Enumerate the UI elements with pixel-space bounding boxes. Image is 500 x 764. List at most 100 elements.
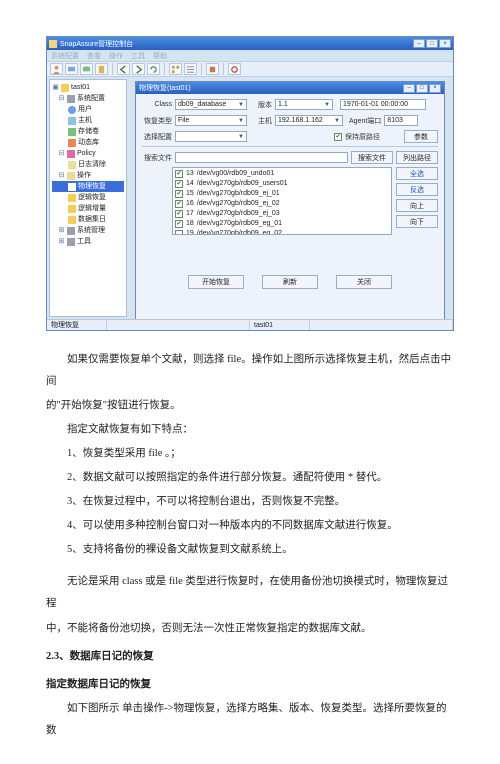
menu-item[interactable]: 工具 — [131, 51, 145, 61]
toolbar-tree-icon[interactable] — [169, 63, 182, 75]
host-label: 主机 — [250, 116, 272, 126]
tree-item[interactable]: 动态库 — [52, 137, 124, 148]
maximize-button[interactable]: □ — [426, 39, 438, 48]
tree-item[interactable]: 存储卷 — [52, 126, 124, 137]
tree-tools[interactable]: ⊞工具 — [52, 236, 124, 247]
tree-sysconf[interactable]: ⊟系统配置 — [52, 93, 124, 104]
client-area: 物理恢复(tast01) – □ × Class db09_database▼ … — [129, 79, 451, 317]
heading: 指定数据库日记的恢复 — [46, 674, 454, 696]
param-button[interactable]: 参数 — [404, 130, 438, 143]
move-down-button[interactable]: 向下 — [396, 215, 438, 228]
nav-tree[interactable]: ▣tast01 ⊟系统配置 用户 主机 存储卷 动态库 ⊟Policy 日志清除… — [49, 79, 127, 317]
tree-item[interactable]: 数据集日 — [52, 214, 124, 225]
document-body: 如果仅需要恢复单个文献，则选择 file。操作如上图所示选择恢复主机，然后点击中… — [46, 349, 454, 742]
search-input[interactable] — [175, 152, 348, 163]
list-item[interactable]: ✔14/dev/vg270gb/rdb09_users01 — [175, 179, 389, 189]
list-item[interactable]: ✔16/dev/vg270gb/rdb09_ej_02 — [175, 199, 389, 209]
list-item[interactable]: ✔17/dev/vg270gb/rdb09_ej_03 — [175, 209, 389, 219]
toolbar-host-icon[interactable] — [65, 63, 78, 75]
menu-bar: 系统配置 查看 操作 工具 帮助 — [47, 50, 453, 61]
minimize-button[interactable]: – — [413, 39, 425, 48]
device-list[interactable]: ✔13/dev/vg00/rdb09_undo01 ✔14/dev/vg270g… — [172, 167, 392, 235]
toolbar — [47, 61, 453, 77]
dialog-min-button[interactable]: – — [403, 84, 415, 93]
options-select[interactable]: ▼ — [175, 131, 247, 142]
status-cell — [310, 320, 453, 330]
app-window: SnapAssure管理控制台 – □ × 系统配置 查看 操作 工具 帮助 — [46, 36, 454, 331]
app-icon — [49, 40, 57, 48]
tree-item[interactable]: 逻辑恢复 — [52, 192, 124, 203]
chevron-down-icon: ▼ — [334, 118, 340, 124]
search-button[interactable]: 搜索文件 — [351, 151, 393, 164]
timestamp-field: 1970-01-01 00:00:00 — [340, 99, 426, 110]
restore-dialog: 物理恢复(tast01) – □ × Class db09_database▼ … — [135, 81, 445, 323]
version-select[interactable]: 1.1▼ — [275, 99, 333, 110]
version-label: 版本 — [250, 100, 272, 110]
host-select[interactable]: 192.168.1.162▼ — [275, 115, 343, 126]
dialog-close-button[interactable]: × — [429, 84, 441, 93]
refresh-button[interactable]: 刷新 — [262, 275, 318, 289]
paragraph: 如下图所示 单击操作->物理恢复，选择方略集、版本、恢复类型。选择所要恢复的数 — [46, 698, 454, 742]
chevron-down-icon: ▼ — [324, 102, 330, 108]
app-title: SnapAssure管理控制台 — [60, 39, 413, 49]
toolbar-forward-icon[interactable] — [132, 63, 145, 75]
list-item[interactable]: ✔15/dev/vg270gb/rdb09_ej_01 — [175, 189, 389, 199]
select-all-button[interactable]: 全选 — [396, 167, 438, 180]
titlebar: SnapAssure管理控制台 – □ × — [47, 37, 453, 50]
tree-item[interactable]: 日志清除 — [52, 159, 124, 170]
list-item[interactable]: ✔13/dev/vg00/rdb09_undo01 — [175, 169, 389, 179]
toolbar-disk-icon[interactable] — [80, 63, 93, 75]
keep-path-label: 保持原路径 — [345, 132, 380, 142]
dialog-title: 物理恢复(tast01) — [139, 83, 403, 93]
agent-port-field[interactable]: 8103 — [384, 115, 418, 126]
list-path-button[interactable]: 列出路径 — [396, 151, 438, 164]
paragraph: 指定文献恢复有如下特点： — [46, 419, 454, 441]
start-restore-button[interactable]: 开始恢复 — [188, 275, 244, 289]
restore-type-select[interactable]: File▼ — [175, 115, 247, 126]
status-bar: 物理恢复 tast01 — [47, 319, 453, 330]
keep-path-checkbox[interactable]: ✔ — [334, 133, 342, 141]
paragraph: 的"开始恢复"按钮进行恢复。 — [46, 395, 454, 417]
close-dialog-button[interactable]: 关闭 — [336, 275, 392, 289]
chevron-down-icon: ▼ — [238, 118, 244, 124]
list-line: 3、在恢复过程中，不可以将控制台退出，否则恢复不完整。 — [46, 491, 454, 513]
toolbar-refresh-icon[interactable] — [147, 63, 160, 75]
status-cell: 物理恢复 — [47, 320, 107, 330]
paragraph: 无论是采用 class 或是 file 类型进行恢复时，在使用备份池切换模式时，… — [46, 571, 454, 615]
list-item[interactable]: 19/dev/vg270gb/rdb09_eg_02 — [175, 229, 389, 235]
agent-port-label: Agent端口 — [349, 116, 381, 126]
tree-item-physical-restore[interactable]: 物理恢复 — [52, 181, 124, 192]
chevron-down-icon: ▼ — [238, 134, 244, 140]
search-label: 搜索文件 — [142, 153, 172, 163]
menu-item[interactable]: 系统配置 — [51, 51, 79, 61]
list-line: 1、恢复类型采用 file 。； — [46, 443, 454, 465]
dialog-titlebar: 物理恢复(tast01) – □ × — [136, 82, 444, 94]
tree-ops[interactable]: ⊟操作 — [52, 170, 124, 181]
dialog-max-button[interactable]: □ — [416, 84, 428, 93]
menu-item[interactable]: 帮助 — [153, 51, 167, 61]
menu-item[interactable]: 操作 — [109, 51, 123, 61]
toolbar-list-icon[interactable] — [184, 63, 197, 75]
tree-item[interactable]: 逻辑增量 — [52, 203, 124, 214]
tree-root[interactable]: ▣tast01 — [52, 82, 124, 93]
move-up-button[interactable]: 向上 — [396, 199, 438, 212]
tree-item[interactable]: 主机 — [52, 115, 124, 126]
toolbar-user-icon[interactable] — [50, 63, 63, 75]
list-line: 4、可以使用多种控制台窗口对一种版本内的不同数据库文献进行恢复。 — [46, 515, 454, 537]
toolbar-lib-icon[interactable] — [95, 63, 108, 75]
options-label: 选择配置 — [142, 132, 172, 142]
tree-sysmgr[interactable]: ⊞系统管理 — [52, 225, 124, 236]
status-cell — [107, 320, 250, 330]
toolbar-back-icon[interactable] — [117, 63, 130, 75]
class-select[interactable]: db09_database▼ — [175, 99, 247, 110]
toolbar-gear-icon[interactable] — [228, 63, 241, 75]
menu-item[interactable]: 查看 — [87, 51, 101, 61]
list-item[interactable]: ✔18/dev/vg270gb/rdb09_eg_01 — [175, 219, 389, 229]
class-label: Class — [142, 101, 172, 108]
select-none-button[interactable]: 反选 — [396, 183, 438, 196]
tree-item[interactable]: 用户 — [52, 104, 124, 115]
close-button[interactable]: × — [439, 39, 451, 48]
toolbar-cube-icon[interactable] — [206, 63, 219, 75]
tree-policy[interactable]: ⊟Policy — [52, 148, 124, 159]
paragraph: 中，不能将备份池切换，否则无法一次性正常恢复指定的数据库文献。 — [46, 618, 454, 640]
